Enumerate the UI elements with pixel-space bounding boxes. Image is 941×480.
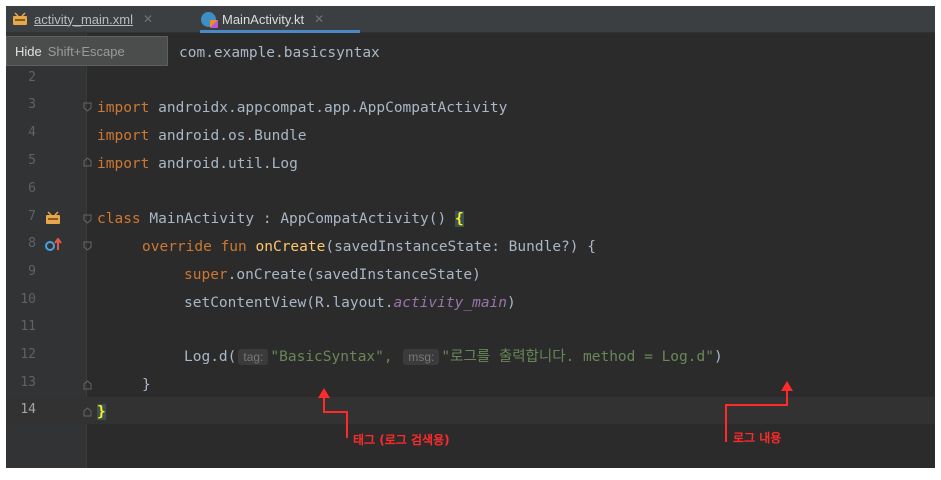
editor-window: activity_main.xml ✕ MainActivity.kt ✕ 2 … (6, 6, 935, 468)
content-annotation-label: 로그 내용 (733, 431, 782, 445)
tag-annotation-label: 태그 (로그 검색용) (353, 433, 450, 447)
annotation-arrows (318, 381, 793, 442)
tag-annotation-arrow (323, 396, 348, 438)
content-arrow-head (781, 381, 793, 391)
tag-arrow-head (318, 388, 330, 398)
